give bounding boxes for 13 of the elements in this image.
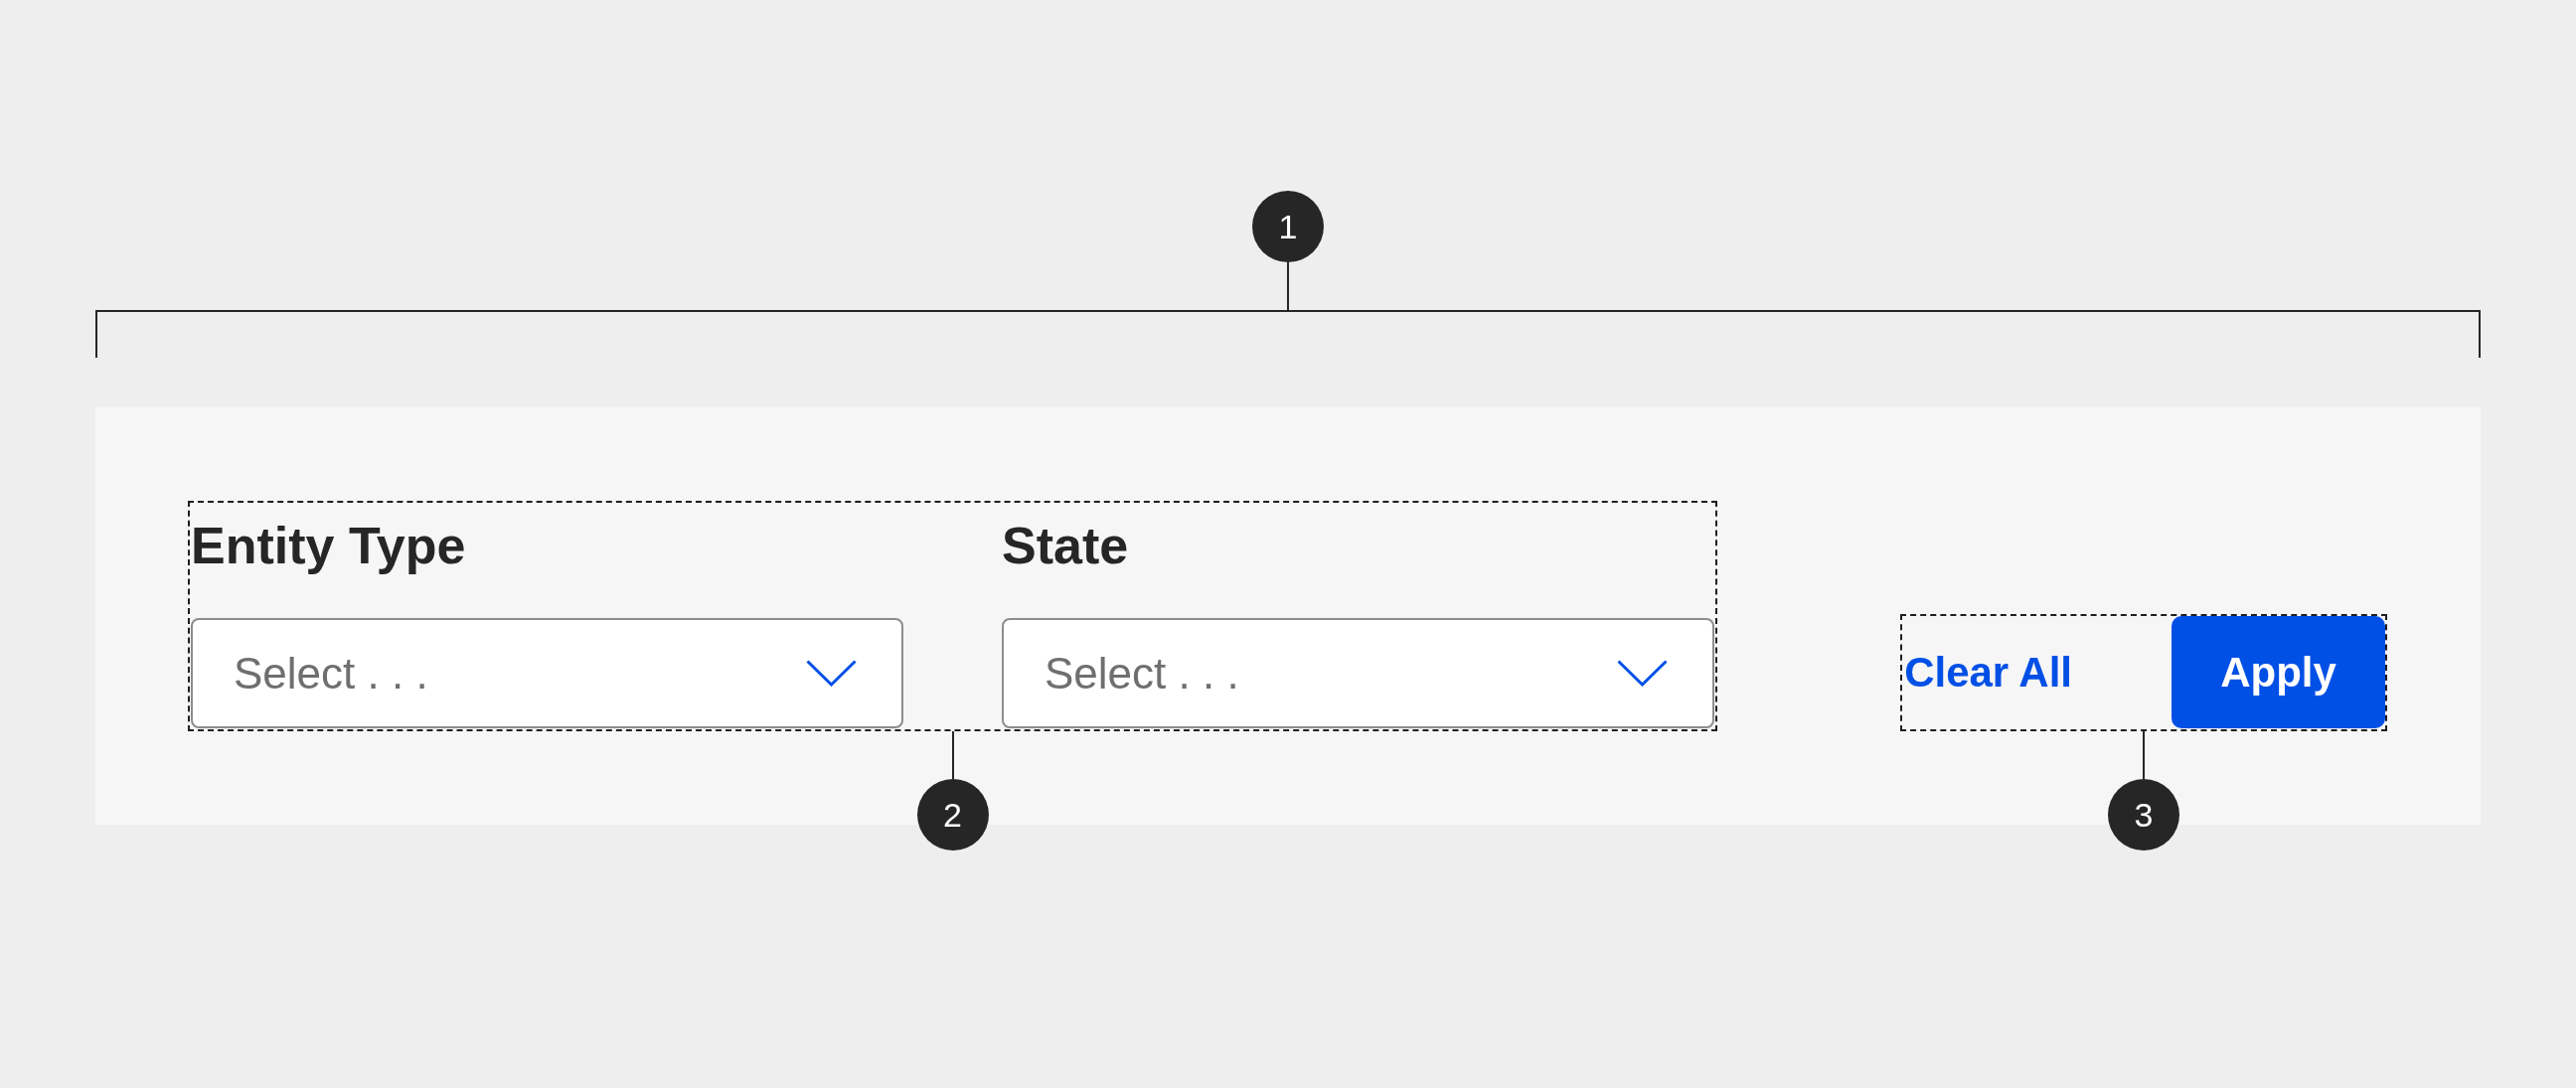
- field-label: State: [1002, 516, 1129, 576]
- callout-marker: 2: [916, 779, 989, 851]
- leader-line: [951, 731, 954, 779]
- select-dropdown[interactable]: Select . . .: [1002, 618, 1714, 728]
- chevron-down-icon: [806, 660, 857, 687]
- apply-button[interactable]: Apply: [2172, 616, 2385, 728]
- leader-line: [1287, 262, 1289, 310]
- select-dropdown[interactable]: Select . . .: [191, 618, 903, 728]
- callout-marker: 3: [2108, 779, 2180, 851]
- field-label: Entity Type: [191, 516, 466, 576]
- clear-all-link[interactable]: Clear All: [1904, 648, 2072, 697]
- chevron-down-icon: [1617, 660, 1668, 687]
- callout-marker: 1: [1252, 191, 1324, 262]
